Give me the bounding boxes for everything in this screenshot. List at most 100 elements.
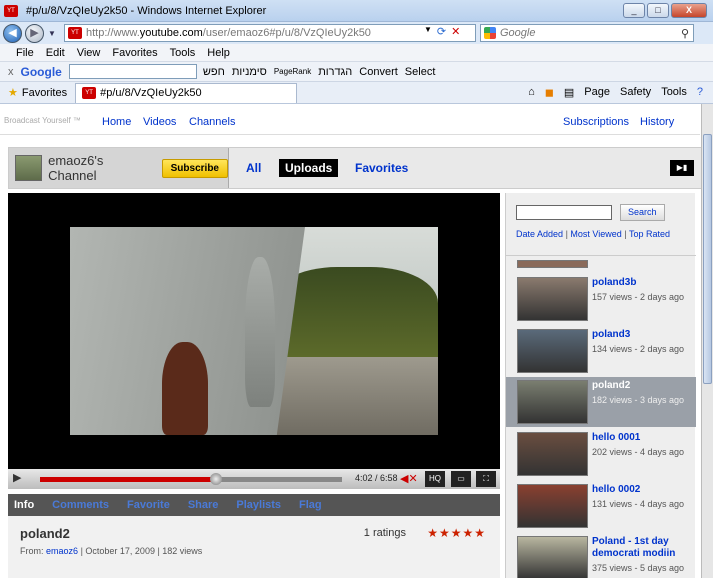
tab-uploads[interactable]: Uploads	[279, 159, 339, 177]
video-thumbnail[interactable]	[517, 277, 588, 321]
menu-file[interactable]: File	[16, 47, 34, 59]
toolbar-close-icon[interactable]: x	[8, 66, 14, 78]
dropdown-icon[interactable]: ▼	[424, 25, 432, 38]
list-item[interactable]: hello 0002 131 views - 4 days ago	[506, 481, 696, 531]
tools-menu[interactable]: Tools	[661, 86, 687, 99]
video-thumbnail[interactable]	[517, 432, 588, 476]
menu-edit[interactable]: Edit	[46, 47, 65, 59]
video-thumbnail[interactable]	[517, 329, 588, 373]
feeds-icon[interactable]: ◼	[545, 86, 554, 99]
toolbar-bookmarks[interactable]: סימניות	[232, 66, 267, 78]
google-search-input[interactable]	[68, 64, 197, 79]
favorites-button[interactable]: Favorites	[22, 87, 67, 99]
refresh-icon[interactable]: ⟳	[437, 25, 446, 38]
video-link[interactable]: poland2	[592, 380, 692, 392]
sort-most-viewed[interactable]: Most Viewed	[570, 229, 621, 239]
uploader-link[interactable]: emaoz6	[46, 546, 78, 556]
video-link[interactable]: Poland - 1st day democrati modiin	[592, 536, 692, 560]
scrollbar-thumb[interactable]	[703, 134, 712, 384]
video-player[interactable]: ▶ 4:02 / 6:58 ◀✕ HQ ▭ ⛶	[8, 193, 500, 489]
channel-search-input[interactable]	[516, 205, 612, 220]
sort-sep-2: |	[624, 229, 627, 239]
subscribe-button[interactable]: Subscribe	[161, 158, 228, 178]
video-link[interactable]: hello 0001	[592, 432, 692, 444]
list-item-selected[interactable]: poland2 182 views - 3 days ago	[506, 377, 696, 427]
mute-icon[interactable]: ◀✕	[400, 472, 418, 485]
menu-tools[interactable]: Tools	[170, 47, 196, 59]
menu-bar: File Edit View Favorites Tools Help	[0, 44, 713, 62]
print-icon[interactable]: ▤	[564, 86, 574, 99]
tab-info[interactable]: Info	[14, 499, 34, 511]
video-link[interactable]: poland3	[592, 329, 692, 341]
toolbar-select[interactable]: Select	[405, 66, 436, 78]
maximize-button[interactable]: □	[647, 3, 669, 18]
url-path: /user/emaoz6#p/u/8/VzQIeUy2k50	[202, 27, 371, 39]
seek-handle[interactable]	[210, 473, 222, 485]
recent-pages-icon[interactable]: ▼	[48, 29, 56, 38]
tab-all[interactable]: All	[246, 161, 261, 175]
play-all-icon[interactable]: ▶▮	[670, 160, 694, 176]
video-thumbnail[interactable]	[517, 536, 588, 578]
channel-name[interactable]: emaoz6's Channel	[48, 153, 152, 183]
video-link[interactable]: hello 0002	[592, 484, 692, 496]
sort-date-added[interactable]: Date Added	[516, 229, 563, 239]
list-item[interactable]: poland3 134 views - 2 days ago	[506, 326, 696, 376]
nav-history[interactable]: History	[640, 116, 674, 128]
toolbar-convert[interactable]: Convert	[359, 66, 398, 78]
sort-top-rated[interactable]: Top Rated	[629, 229, 670, 239]
menu-help[interactable]: Help	[207, 47, 230, 59]
info-tabs: Info Comments Favorite Share Playlists F…	[8, 494, 500, 516]
toolbar-settings[interactable]: הגדרות	[318, 66, 352, 78]
close-button[interactable]: X	[671, 3, 707, 18]
search-icon[interactable]: ⚲	[681, 27, 689, 40]
toolbar-pagerank[interactable]: PageRank	[274, 67, 311, 76]
nav-home[interactable]: Home	[102, 116, 131, 128]
page-menu[interactable]: Page	[584, 86, 610, 99]
rating-stars[interactable]: ★★★★★	[427, 526, 486, 540]
stop-icon[interactable]: ✕	[451, 25, 460, 38]
favorites-star-icon[interactable]: ★	[8, 86, 18, 99]
menu-favorites[interactable]: Favorites	[112, 47, 157, 59]
list-item[interactable]: hello 0001 202 views - 4 days ago	[506, 429, 696, 479]
back-button[interactable]: ◀	[3, 23, 22, 43]
home-icon[interactable]: ⌂	[528, 86, 535, 99]
video-link[interactable]: poland3b	[592, 277, 692, 289]
channel-avatar[interactable]	[15, 155, 43, 181]
video-person	[162, 342, 208, 435]
video-stats: 375 views - 5 days ago	[592, 563, 685, 573]
toolbar-search[interactable]: חפש	[203, 66, 225, 78]
seek-bar[interactable]	[40, 473, 342, 485]
page-scrollbar[interactable]	[701, 104, 713, 578]
nav-subscriptions[interactable]: Subscriptions	[563, 116, 629, 128]
search-box[interactable]: Google ⚲	[480, 24, 694, 42]
widescreen-icon[interactable]: ▭	[451, 471, 471, 487]
tab-flag[interactable]: Flag	[299, 499, 322, 511]
video-statue	[245, 257, 275, 407]
tab-playlists[interactable]: Playlists	[236, 499, 281, 511]
tab-comments[interactable]: Comments	[52, 499, 109, 511]
video-thumbnail[interactable]	[517, 380, 588, 424]
safety-menu[interactable]: Safety	[620, 86, 651, 99]
menu-view[interactable]: View	[77, 47, 101, 59]
youtube-tagline: Broadcast Yourself ™	[4, 116, 81, 125]
help-icon[interactable]: ?	[697, 86, 703, 99]
nav-channels[interactable]: Channels	[189, 116, 235, 128]
video-thumbnail[interactable]	[517, 484, 588, 528]
tab-favorite[interactable]: Favorite	[127, 499, 170, 511]
list-item[interactable]: poland3b 157 views - 2 days ago	[506, 274, 696, 324]
browser-tab[interactable]: YT #p/u/8/VzQIeUy2k50	[75, 82, 298, 103]
play-icon[interactable]: ▶	[13, 471, 31, 487]
list-item-partial-thumb[interactable]	[517, 260, 588, 268]
video-frame[interactable]	[70, 227, 438, 435]
address-field[interactable]: YT http://www. youtube.com/user/emaoz6#p/…	[64, 24, 476, 42]
tab-favorites[interactable]: Favorites	[355, 161, 408, 175]
nav-videos[interactable]: Videos	[143, 116, 176, 128]
minimize-button[interactable]: _	[623, 3, 645, 18]
channel-search-button[interactable]: Search	[620, 204, 665, 221]
hq-button[interactable]: HQ	[425, 471, 445, 487]
list-item[interactable]: Poland - 1st day democrati modiin 375 vi…	[506, 533, 696, 578]
search-placeholder: Google	[500, 27, 536, 39]
fullscreen-icon[interactable]: ⛶	[476, 471, 496, 487]
tab-share[interactable]: Share	[188, 499, 219, 511]
forward-button[interactable]: ▶	[25, 23, 44, 43]
